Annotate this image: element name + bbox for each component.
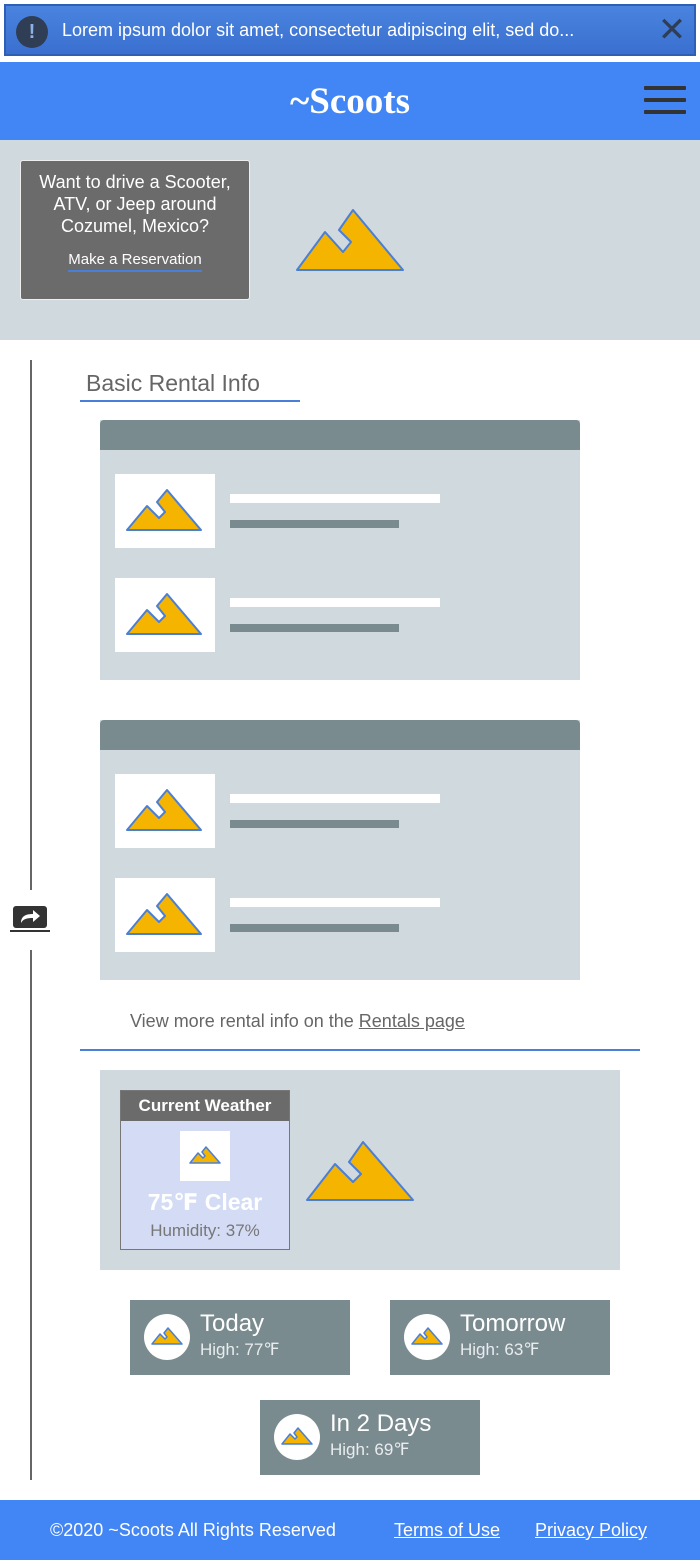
forecast-tomorrow[interactable]: Tomorrow High: 63℉ [390,1300,610,1375]
placeholder-title-line [230,494,440,503]
image-placeholder-icon [411,1327,443,1345]
image-placeholder-icon [281,1427,313,1445]
forecast-high: High: 77℉ [200,1340,280,1359]
notification-bar: ! Lorem ipsum dolor sit amet, consectetu… [4,4,696,56]
forecast-day: In 2 Days [330,1410,432,1437]
hero-card: Want to drive a Scooter, ATV, or Jeep ar… [20,160,250,300]
weather-thumbnail [180,1131,230,1181]
terms-of-use-link[interactable]: Terms of Use [394,1520,500,1541]
timeline-line-bottom [30,950,32,1480]
privacy-policy-link[interactable]: Privacy Policy [535,1520,647,1541]
list-item[interactable] [115,578,565,652]
site-footer: ©2020 ~Scoots All Rights Reserved Terms … [0,1500,700,1560]
hero-text: Want to drive a Scooter, ATV, or Jeep ar… [39,172,231,236]
list-item[interactable] [115,474,565,548]
placeholder-subtitle-line [230,924,399,932]
thumbnail [115,578,215,652]
section-title: Basic Rental Info [86,370,260,396]
placeholder-title-line [230,898,440,907]
make-reservation-link[interactable]: Make a Reservation [68,251,202,272]
weather-humidity: Humidity: 37% [150,1221,260,1240]
share-icon[interactable] [10,904,50,934]
placeholder-title-line [230,598,440,607]
weather-temperature: 75℉ Clear [147,1189,263,1215]
weather-panel: Current Weather 75℉ Clear Humidity: 37% [100,1070,620,1270]
forecast-day: Today [200,1310,265,1337]
close-icon[interactable]: ✕ [654,12,690,48]
notification-text: Lorem ipsum dolor sit amet, consectetur … [62,20,575,40]
alert-icon: ! [16,16,48,48]
rentals-page-link[interactable]: Rentals page [359,1011,465,1031]
forecast-thumbnail [144,1314,190,1360]
more-info-text: View more rental info on the [130,1011,359,1031]
list-item[interactable] [115,878,565,952]
current-weather-card: Current Weather 75℉ Clear Humidity: 37% [120,1090,290,1250]
section-underline [80,400,300,402]
copyright-text: ©2020 ~Scoots All Rights Reserved [50,1520,336,1540]
image-placeholder-icon [126,593,202,635]
image-placeholder-icon [151,1327,183,1345]
forecast-day: Tomorrow [460,1310,566,1337]
hero-banner: Want to drive a Scooter, ATV, or Jeep ar… [0,140,700,340]
brand-logo[interactable]: ~Scoots [0,80,700,123]
forecast-high: High: 69℉ [330,1440,410,1459]
thumbnail [115,774,215,848]
weather-heading: Current Weather [121,1091,289,1121]
more-rental-info: View more rental info on the Rentals pag… [130,1011,465,1032]
section-divider [80,1049,640,1051]
timeline-line-top [30,360,32,890]
image-placeholder-icon [189,1146,221,1164]
list-item[interactable] [115,774,565,848]
image-placeholder-icon [126,489,202,531]
forecast-in-2-days[interactable]: In 2 Days High: 69℉ [260,1400,480,1475]
hamburger-menu-icon[interactable] [644,86,686,116]
thumbnail [115,878,215,952]
image-placeholder-icon [306,1141,414,1201]
forecast-thumbnail [274,1414,320,1460]
placeholder-title-line [230,794,440,803]
placeholder-subtitle-line [230,820,399,828]
rental-card [100,720,580,980]
forecast-high: High: 63℉ [460,1340,540,1359]
image-placeholder-icon [126,893,202,935]
placeholder-subtitle-line [230,624,399,632]
card-header [100,420,580,450]
forecast-today[interactable]: Today High: 77℉ [130,1300,350,1375]
rental-card [100,420,580,680]
thumbnail [115,474,215,548]
image-placeholder-icon [296,209,404,271]
site-header: ~Scoots [0,62,700,140]
card-header [100,720,580,750]
image-placeholder-icon [126,789,202,831]
placeholder-subtitle-line [230,520,399,528]
forecast-thumbnail [404,1314,450,1360]
